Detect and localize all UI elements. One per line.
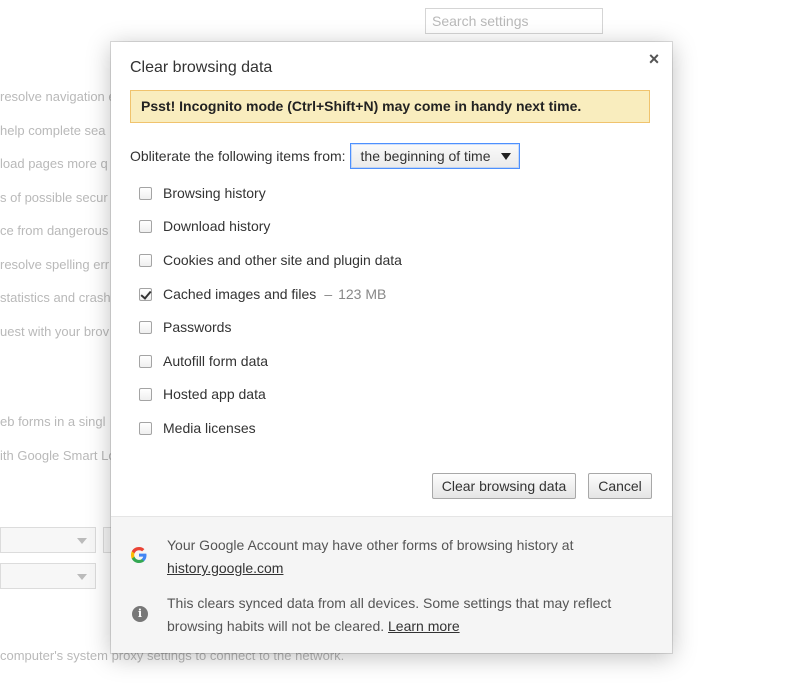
option-autofill[interactable]: Autofill form data — [139, 352, 268, 370]
option-label: Passwords — [163, 319, 232, 335]
checkbox[interactable] — [139, 320, 152, 334]
clear-browsing-data-dialog: Clear browsing data × Psst! Incognito mo… — [111, 42, 672, 653]
option-label: Cached images and files — [163, 286, 317, 302]
option-download-history[interactable]: Download history — [139, 217, 270, 235]
option-passwords[interactable]: Passwords — [139, 318, 231, 336]
google-icon — [131, 547, 147, 563]
history-google-link[interactable]: history.google.com — [167, 560, 283, 576]
cache-size: 123 MB — [338, 286, 387, 302]
separator-dash: – — [324, 286, 333, 302]
option-label: Browsing history — [163, 185, 266, 201]
cancel-button[interactable]: Cancel — [588, 473, 652, 499]
clear-browsing-data-button[interactable]: Clear browsing data — [432, 473, 576, 499]
learn-more-link[interactable]: Learn more — [388, 618, 460, 634]
option-cookies[interactable]: Cookies and other site and plugin data — [139, 251, 402, 269]
option-hosted-app-data[interactable]: Hosted app data — [139, 385, 266, 403]
checkbox[interactable] — [139, 354, 152, 368]
option-label: Media licenses — [163, 420, 256, 436]
time-period-select[interactable]: the beginning of time — [349, 143, 520, 169]
time-period-label: Obliterate the following items from: — [130, 148, 346, 164]
option-label: Download history — [163, 218, 271, 234]
sync-notice: This clears synced data from all devices… — [167, 592, 657, 638]
close-icon[interactable]: × — [646, 50, 662, 68]
dialog-footer: Your Google Account may have other forms… — [111, 516, 672, 653]
checkbox[interactable] — [139, 387, 152, 401]
dialog-title: Clear browsing data — [130, 59, 273, 76]
option-browsing-history[interactable]: Browsing history — [139, 184, 266, 202]
checkbox-checked[interactable] — [139, 287, 152, 301]
checkbox[interactable] — [139, 253, 152, 267]
option-label: Autofill form data — [163, 353, 269, 369]
incognito-tip-banner: Psst! Incognito mode (Ctrl+Shift+N) may … — [130, 90, 650, 123]
info-icon: i — [132, 606, 148, 622]
checkbox[interactable] — [139, 421, 152, 435]
option-cached-images[interactable]: Cached images and files – 123 MB — [139, 285, 386, 303]
time-period-row: Obliterate the following items from: the… — [130, 143, 520, 169]
account-history-notice: Your Google Account may have other forms… — [167, 534, 657, 580]
option-label: Cookies and other site and plugin data — [163, 252, 402, 268]
option-label: Hosted app data — [163, 386, 266, 402]
dropdown-arrow-icon — [500, 153, 511, 160]
option-media-licenses[interactable]: Media licenses — [139, 419, 256, 437]
time-period-value: the beginning of time — [360, 148, 491, 164]
account-history-text: Your Google Account may have other forms… — [167, 537, 574, 553]
checkbox[interactable] — [139, 219, 152, 233]
checkbox[interactable] — [139, 186, 152, 200]
